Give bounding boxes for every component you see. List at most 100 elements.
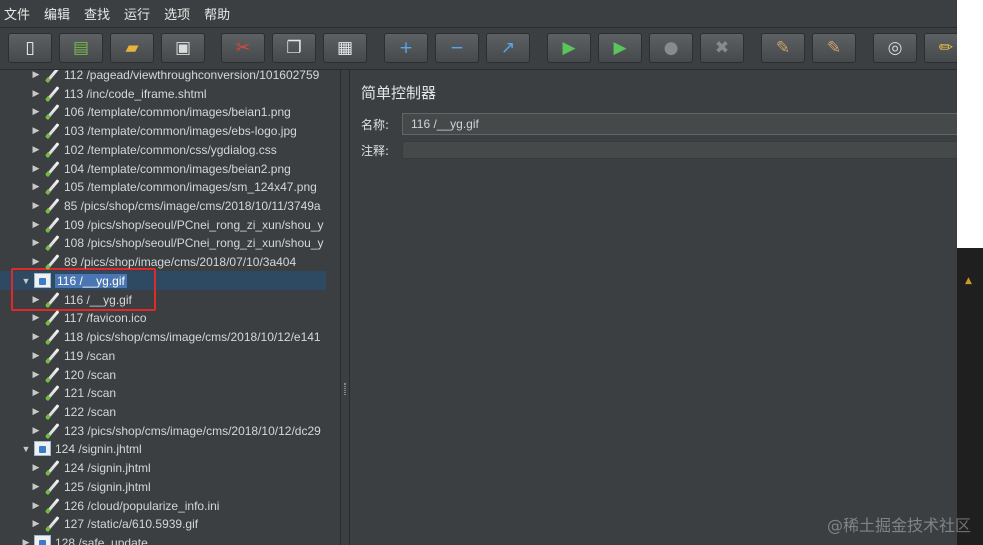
expanded-arrow-icon[interactable]: ▼: [20, 444, 32, 454]
name-input[interactable]: 116 /__yg.gif: [402, 113, 957, 135]
http-sampler-icon: [44, 235, 60, 251]
collapsed-arrow-icon[interactable]: ▶: [30, 219, 42, 230]
clear-all-button[interactable]: ✎: [812, 33, 856, 63]
comment-input[interactable]: [402, 141, 957, 159]
clear-button[interactable]: ✎: [761, 33, 805, 63]
collapsed-arrow-icon[interactable]: ▶: [30, 500, 42, 511]
stop-button[interactable]: ●: [649, 33, 693, 63]
start-no-pauses-icon: ▶: [613, 38, 627, 58]
toggle-button[interactable]: ↗: [486, 33, 530, 63]
collapsed-arrow-icon[interactable]: ▶: [30, 88, 42, 99]
http-sampler-icon: [44, 516, 60, 532]
collapsed-arrow-icon[interactable]: ▶: [30, 294, 42, 305]
expanded-arrow-icon[interactable]: ▼: [20, 276, 32, 286]
http-sampler-icon: [44, 479, 60, 495]
collapsed-arrow-icon[interactable]: ▶: [30, 256, 42, 267]
tree-node-sampler[interactable]: ▶ 104 /template/common/images/beian2.png: [0, 159, 340, 178]
menu-item[interactable]: 文件: [4, 4, 30, 23]
tree-node-sampler[interactable]: ▶ 123 /pics/shop/cms/image/cms/2018/10/12…: [0, 421, 340, 440]
tree-node-sampler[interactable]: ▶ 112 /pagead/viewthroughconversion/10160…: [0, 70, 340, 84]
collapsed-arrow-icon[interactable]: ▶: [30, 106, 42, 117]
menu-item[interactable]: 帮助: [204, 4, 230, 23]
collapsed-arrow-icon[interactable]: ▶: [30, 125, 42, 136]
tree-node-sampler[interactable]: ▶ 113 /inc/code_iframe.shtml: [0, 84, 340, 103]
menu-item[interactable]: 编辑: [44, 4, 70, 23]
collapsed-arrow-icon[interactable]: ▶: [30, 237, 42, 248]
reset-search-icon: ✏: [938, 38, 954, 58]
search-button[interactable]: ◎: [873, 33, 917, 63]
tree-node-sampler[interactable]: ▶ 127 /static/a/610.5939.gif: [0, 514, 340, 533]
collapsed-arrow-icon[interactable]: ▶: [30, 369, 42, 380]
tree-node-label: 116 /__yg.gif: [64, 292, 132, 307]
http-sampler-icon: [44, 254, 60, 270]
test-plan-tree[interactable]: ▶ 112 /pagead/viewthroughconversion/10160…: [0, 70, 340, 545]
collapsed-arrow-icon[interactable]: ▶: [30, 200, 42, 211]
tree-node-sampler[interactable]: ▶ 102 /template/common/css/ygdialog.css: [0, 140, 340, 159]
tree-node-controller[interactable]: ▶ 128 /safe_update: [0, 533, 340, 545]
menu-item[interactable]: 运行: [124, 4, 150, 23]
collapsed-arrow-icon[interactable]: ▶: [30, 70, 42, 80]
tree-node-label: 104 /template/common/images/beian2.png: [64, 161, 291, 176]
reset-search-button[interactable]: ✏: [924, 33, 957, 63]
tree-node-sampler[interactable]: ▶ 120 /scan: [0, 365, 340, 384]
collapsed-arrow-icon[interactable]: ▶: [30, 481, 42, 492]
tree-node-controller[interactable]: ▼ 116 /__yg.gif: [0, 271, 340, 290]
paste-icon: ▦: [336, 38, 354, 58]
tree-node-sampler[interactable]: ▶ 122 /scan: [0, 402, 340, 421]
menu-item[interactable]: 选项: [164, 4, 190, 23]
tree-node-sampler[interactable]: ▶ 85 /pics/shop/cms/image/cms/2018/10/11/…: [0, 196, 340, 215]
cut-button[interactable]: ✂: [221, 33, 265, 63]
collapsed-arrow-icon[interactable]: ▶: [30, 312, 42, 323]
collapsed-arrow-icon[interactable]: ▶: [30, 331, 42, 342]
clear-all-icon: ✎: [826, 38, 842, 58]
tree-node-sampler[interactable]: ▶ 126 /cloud/popularize_info.ini: [0, 496, 340, 515]
menu-item[interactable]: 查找: [84, 4, 110, 23]
http-sampler-icon: [44, 423, 60, 439]
tree-node-sampler[interactable]: ▶ 121 /scan: [0, 383, 340, 402]
tree-node-sampler[interactable]: ▶ 119 /scan: [0, 346, 340, 365]
http-sampler-icon: [44, 310, 60, 326]
http-sampler-icon: [44, 329, 60, 345]
splitter-grip[interactable]: [344, 383, 346, 395]
collapsed-arrow-icon[interactable]: ▶: [30, 163, 42, 174]
comment-label: 注释:: [361, 143, 390, 158]
collapsed-arrow-icon[interactable]: ▶: [30, 387, 42, 398]
collapsed-arrow-icon[interactable]: ▶: [30, 350, 42, 361]
tree-node-sampler[interactable]: ▶ 125 /signin.jhtml: [0, 477, 340, 496]
collapsed-arrow-icon[interactable]: ▶: [30, 425, 42, 436]
templates-button[interactable]: ▤: [59, 33, 103, 63]
collapse-button[interactable]: −: [435, 33, 479, 63]
tree-node-sampler[interactable]: ▶ 105 /template/common/images/sm_124x47.p…: [0, 177, 340, 196]
tree-node-sampler[interactable]: ▶ 106 /template/common/images/beian1.png: [0, 102, 340, 121]
stop-icon: ●: [663, 38, 679, 58]
tree-node-sampler[interactable]: ▶ 109 /pics/shop/seoul/PCnei_rong_zi_xun/…: [0, 215, 340, 234]
copy-button[interactable]: ❐: [272, 33, 316, 63]
start-button[interactable]: ▶: [547, 33, 591, 63]
http-sampler-icon: [44, 142, 60, 158]
collapsed-arrow-icon[interactable]: ▶: [30, 144, 42, 155]
new-button[interactable]: ▯: [8, 33, 52, 63]
save-button[interactable]: ▣: [161, 33, 205, 63]
tree-node-sampler[interactable]: ▶ 118 /pics/shop/cms/image/cms/2018/10/12…: [0, 327, 340, 346]
menubar: 文件 编辑 查找 运行 选项 帮助: [0, 0, 957, 28]
collapsed-arrow-icon[interactable]: ▶: [30, 406, 42, 417]
tree-node-sampler[interactable]: ▶ 124 /signin.jhtml: [0, 458, 340, 477]
start-no-pauses-button[interactable]: ▶: [598, 33, 642, 63]
tree-node-sampler[interactable]: ▶ 103 /template/common/images/ebs-logo.jp…: [0, 121, 340, 140]
collapsed-arrow-icon[interactable]: ▶: [30, 518, 42, 529]
expand-button[interactable]: +: [384, 33, 428, 63]
tree-node-sampler[interactable]: ▶ 108 /pics/shop/seoul/PCnei_rong_zi_xun/…: [0, 233, 340, 252]
tree-node-sampler[interactable]: ▶ 116 /__yg.gif: [0, 290, 340, 309]
paste-button[interactable]: ▦: [323, 33, 367, 63]
open-button[interactable]: ▰: [110, 33, 154, 63]
collapsed-arrow-icon[interactable]: ▶: [30, 462, 42, 473]
copy-icon: ❐: [286, 38, 302, 58]
shutdown-button[interactable]: ✖: [700, 33, 744, 63]
panel-splitter[interactable]: [340, 70, 350, 545]
http-sampler-icon: [44, 198, 60, 214]
tree-node-sampler[interactable]: ▶ 117 /favicon.ico: [0, 308, 340, 327]
collapsed-arrow-icon[interactable]: ▶: [30, 181, 42, 192]
tree-node-sampler[interactable]: ▶ 89 /pics/shop/image/cms/2018/07/10/3a40…: [0, 252, 340, 271]
tree-node-controller[interactable]: ▼ 124 /signin.jhtml: [0, 439, 340, 458]
collapsed-arrow-icon[interactable]: ▶: [20, 537, 32, 545]
